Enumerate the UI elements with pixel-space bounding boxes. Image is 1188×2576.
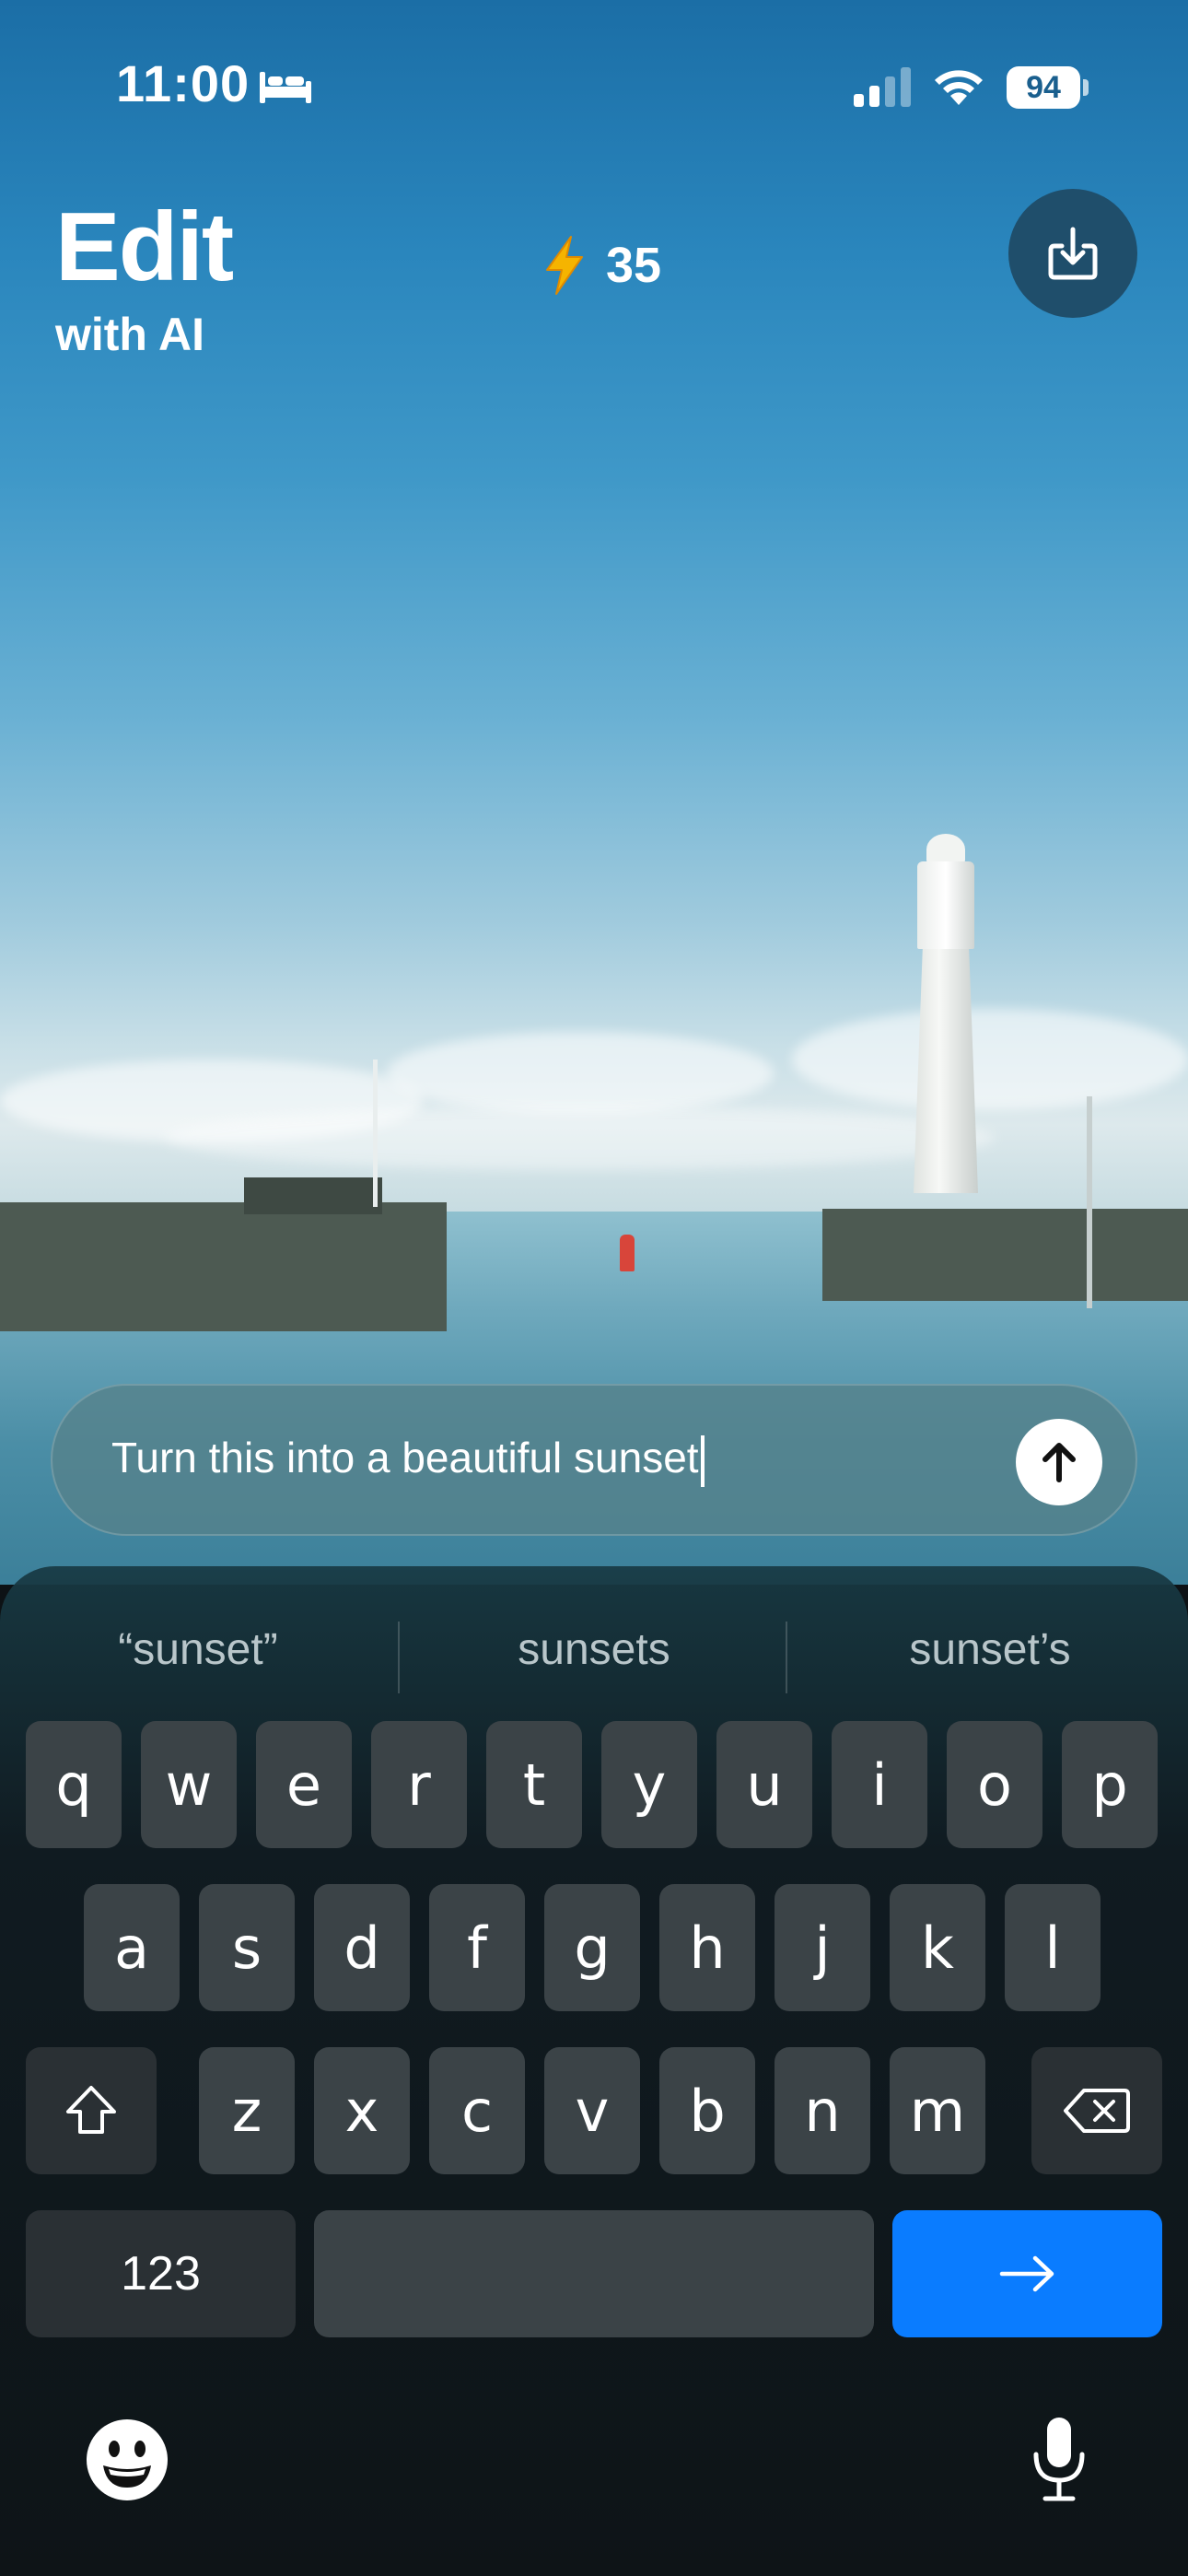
lighthouse-lamp	[917, 861, 974, 949]
download-icon	[1048, 227, 1098, 280]
cloud	[387, 1032, 774, 1115]
key-z[interactable]: z	[199, 2047, 295, 2174]
key-x[interactable]: x	[314, 2047, 410, 2174]
key-i[interactable]: i	[832, 1721, 927, 1848]
prompt-text[interactable]: Turn this into a beautiful sunset	[111, 1433, 705, 1487]
key-k[interactable]: k	[890, 1884, 985, 2011]
key-v[interactable]: v	[544, 2047, 640, 2174]
shift-icon	[66, 2086, 116, 2134]
suggestion-divider	[786, 1622, 787, 1693]
lightning-bolt-icon	[546, 236, 583, 295]
key-d[interactable]: d	[314, 1884, 410, 2011]
battery-nub	[1083, 79, 1089, 96]
flagpole	[373, 1060, 378, 1207]
key-u[interactable]: u	[716, 1721, 812, 1848]
suggestion-bar: “sunset” sunsets sunset’s	[0, 1603, 1188, 1695]
text-caret	[700, 1434, 705, 1487]
buoy	[620, 1235, 635, 1271]
key-a[interactable]: a	[84, 1884, 180, 2011]
key-t[interactable]: t	[486, 1721, 582, 1848]
cloud	[792, 1009, 1188, 1110]
bed-icon	[260, 72, 311, 103]
key-f[interactable]: f	[429, 1884, 525, 2011]
delete-key[interactable]	[1031, 2047, 1162, 2174]
suggestion-item[interactable]: sunset’s	[792, 1603, 1188, 1695]
credits-counter: 35	[543, 235, 661, 296]
key-b[interactable]: b	[659, 2047, 755, 2174]
keyboard: “sunset” sunsets sunset’s q w e r t y u …	[0, 1566, 1188, 2576]
microphone-icon	[1033, 2418, 1085, 2501]
key-g[interactable]: g	[544, 1884, 640, 2011]
shift-key[interactable]	[26, 2047, 157, 2174]
emoji-button[interactable]	[81, 2414, 173, 2506]
left-pier	[0, 1202, 447, 1331]
key-l[interactable]: l	[1005, 1884, 1101, 2011]
prompt-input[interactable]: Turn this into a beautiful sunset	[51, 1384, 1137, 1536]
cloud	[166, 1106, 995, 1170]
status-time: 11:00	[116, 54, 250, 112]
suggestion-item[interactable]: “sunset”	[0, 1603, 396, 1695]
backspace-icon	[1064, 2089, 1130, 2133]
key-y[interactable]: y	[601, 1721, 697, 1848]
page-title: Edit	[55, 193, 234, 301]
prompt-value: Turn this into a beautiful sunset	[111, 1434, 699, 1482]
credits-value: 35	[606, 238, 662, 293]
key-h[interactable]: h	[659, 1884, 755, 2011]
key-r[interactable]: r	[371, 1721, 467, 1848]
key-m[interactable]: m	[890, 2047, 985, 2174]
status-bar: 11:00 94	[0, 0, 1188, 175]
arrow-right-icon	[999, 2255, 1054, 2292]
key-j[interactable]: j	[775, 1884, 870, 2011]
lamp-post	[1087, 1096, 1092, 1308]
suggestion-item[interactable]: sunsets	[396, 1603, 792, 1695]
numbers-key[interactable]: 123	[26, 2210, 296, 2337]
pier-hut	[244, 1177, 382, 1214]
go-key[interactable]	[892, 2210, 1162, 2337]
microphone-button[interactable]	[1013, 2414, 1105, 2506]
key-n[interactable]: n	[775, 2047, 870, 2174]
key-c[interactable]: c	[429, 2047, 525, 2174]
battery-indicator: 94	[1007, 66, 1080, 109]
signal-icon	[854, 67, 911, 107]
arrow-up-icon	[1042, 1443, 1076, 1482]
key-s[interactable]: s	[199, 1884, 295, 2011]
wifi-icon	[935, 70, 983, 105]
suggestion-divider	[398, 1622, 400, 1693]
send-button[interactable]	[1016, 1419, 1102, 1505]
lighthouse	[914, 949, 978, 1193]
right-pier	[822, 1209, 1188, 1301]
key-q[interactable]: q	[26, 1721, 122, 1848]
page-subtitle: with AI	[55, 309, 205, 360]
space-key[interactable]	[314, 2210, 874, 2337]
download-button[interactable]	[1008, 189, 1137, 318]
key-o[interactable]: o	[947, 1721, 1042, 1848]
key-p[interactable]: p	[1062, 1721, 1158, 1848]
lighthouse-cap	[926, 834, 965, 865]
key-e[interactable]: e	[256, 1721, 352, 1848]
key-w[interactable]: w	[141, 1721, 237, 1848]
emoji-icon	[87, 2419, 168, 2500]
